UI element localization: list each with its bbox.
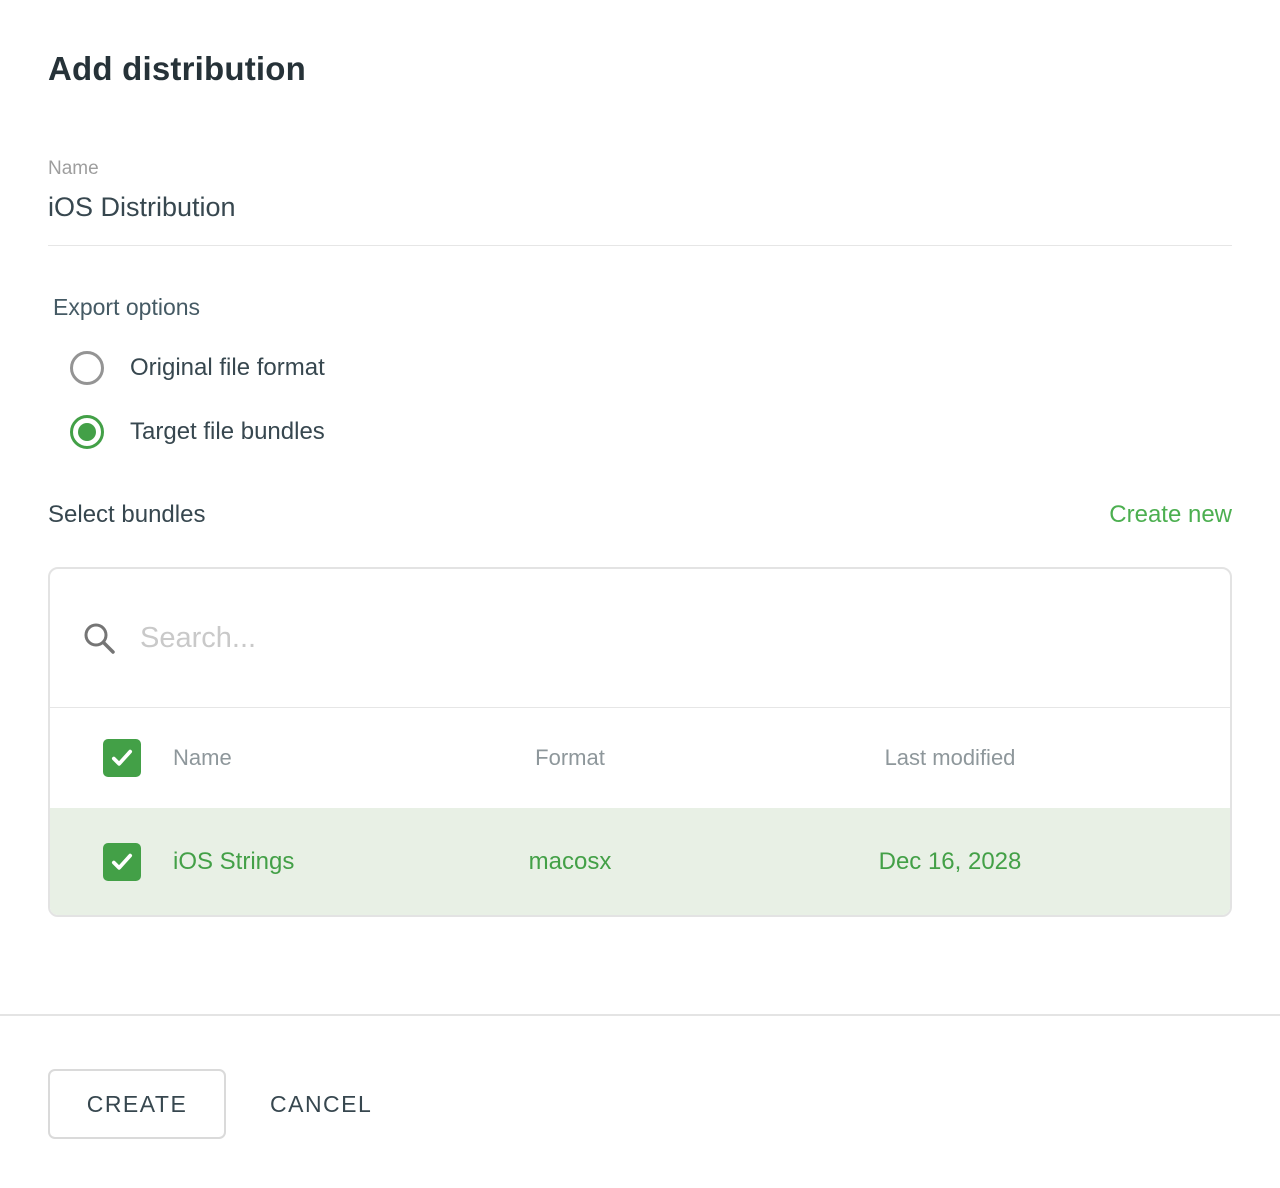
column-header-name: Name <box>173 745 470 771</box>
search-input[interactable] <box>140 622 940 655</box>
row-last-modified: Dec 16, 2028 <box>670 848 1230 876</box>
search-icon <box>81 620 117 656</box>
radio-icon <box>70 351 104 385</box>
footer-divider <box>0 1014 1280 1016</box>
select-bundles-label: Select bundles <box>48 501 205 529</box>
row-checkbox[interactable] <box>103 843 141 881</box>
radio-icon <box>70 415 104 449</box>
create-button[interactable]: CREATE <box>48 1069 226 1139</box>
action-bar: CREATE CANCEL <box>48 1069 382 1139</box>
select-bundles-bar: Select bundles Create new <box>48 501 1232 529</box>
export-options-label: Export options <box>53 294 1232 321</box>
column-header-format: Format <box>470 745 670 771</box>
select-all-checkbox[interactable] <box>103 739 141 777</box>
radio-target-file-bundles[interactable]: Target file bundles <box>70 415 1232 449</box>
radio-label: Target file bundles <box>130 418 325 446</box>
name-field-label: Name <box>48 158 1232 180</box>
table-row[interactable]: iOS Strings macosx Dec 16, 2028 <box>50 808 1230 915</box>
search-row <box>50 569 1230 707</box>
page-title: Add distribution <box>48 0 1232 88</box>
export-options-group: Export options Original file format Targ… <box>48 294 1232 449</box>
row-name: iOS Strings <box>173 848 470 876</box>
name-input[interactable] <box>48 192 1232 223</box>
column-header-last-modified: Last modified <box>670 745 1230 771</box>
create-new-link[interactable]: Create new <box>1109 501 1232 529</box>
bundle-select-panel: Name Format Last modified iOS Strings ma… <box>48 567 1232 917</box>
name-field: Name <box>48 158 1232 246</box>
row-format: macosx <box>470 848 670 876</box>
radio-original-file-format[interactable]: Original file format <box>70 351 1232 385</box>
cancel-button[interactable]: CANCEL <box>260 1081 382 1128</box>
checkmark-icon <box>108 744 136 772</box>
table-header-row: Name Format Last modified <box>50 707 1230 808</box>
checkmark-icon <box>108 848 136 876</box>
radio-label: Original file format <box>130 354 325 382</box>
